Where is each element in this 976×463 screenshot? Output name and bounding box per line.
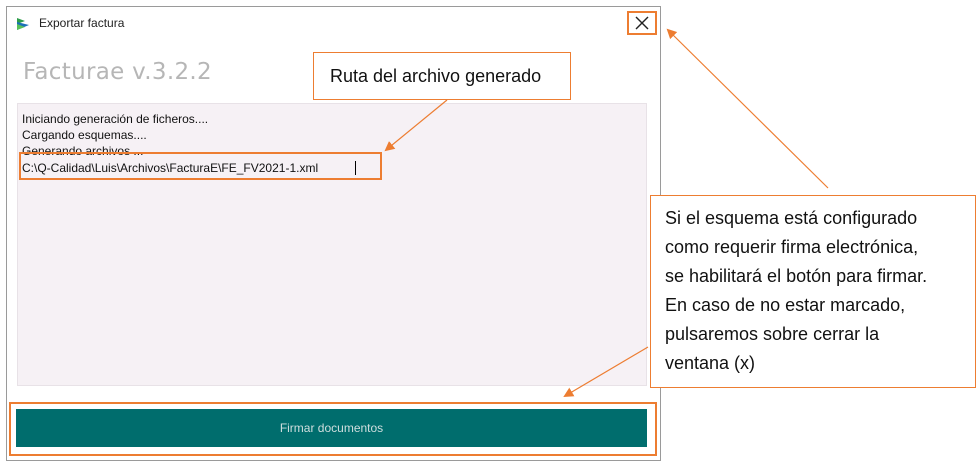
sign-callout-line: pulsaremos sobre cerrar la bbox=[665, 324, 880, 344]
close-icon bbox=[635, 16, 649, 30]
log-output-area[interactable]: Iniciando generación de ficheros.... Car… bbox=[17, 103, 647, 386]
log-line: Iniciando generación de ficheros.... bbox=[22, 112, 209, 126]
window-title: Exportar factura bbox=[39, 16, 125, 30]
sign-documents-button[interactable]: Firmar documentos bbox=[16, 409, 647, 447]
sign-callout: Si el esquema está configurado como requ… bbox=[650, 195, 976, 388]
generated-file-path: C:\Q-Calidad\Luis\Archivos\FacturaE\FE_F… bbox=[22, 161, 319, 175]
sign-callout-line: se habilitará el botón para firmar. bbox=[665, 266, 928, 286]
text-caret bbox=[355, 161, 356, 175]
app-logo-icon bbox=[17, 18, 29, 30]
log-line: Cargando esquemas.... bbox=[22, 128, 147, 142]
sign-callout-line: como requerir firma electrónica, bbox=[665, 237, 919, 257]
title-bar: Exportar factura bbox=[7, 7, 660, 39]
sign-callout-line: En caso de no estar marcado, bbox=[665, 295, 906, 315]
sign-callout-line: ventana (x) bbox=[665, 353, 756, 373]
arrow-to-close bbox=[666, 28, 829, 189]
app-version-title: Facturae v.3.2.2 bbox=[23, 59, 212, 85]
sign-callout-line: Si el esquema está configurado bbox=[665, 208, 918, 228]
close-button[interactable] bbox=[627, 11, 657, 35]
path-callout: Ruta del archivo generado bbox=[313, 52, 571, 100]
